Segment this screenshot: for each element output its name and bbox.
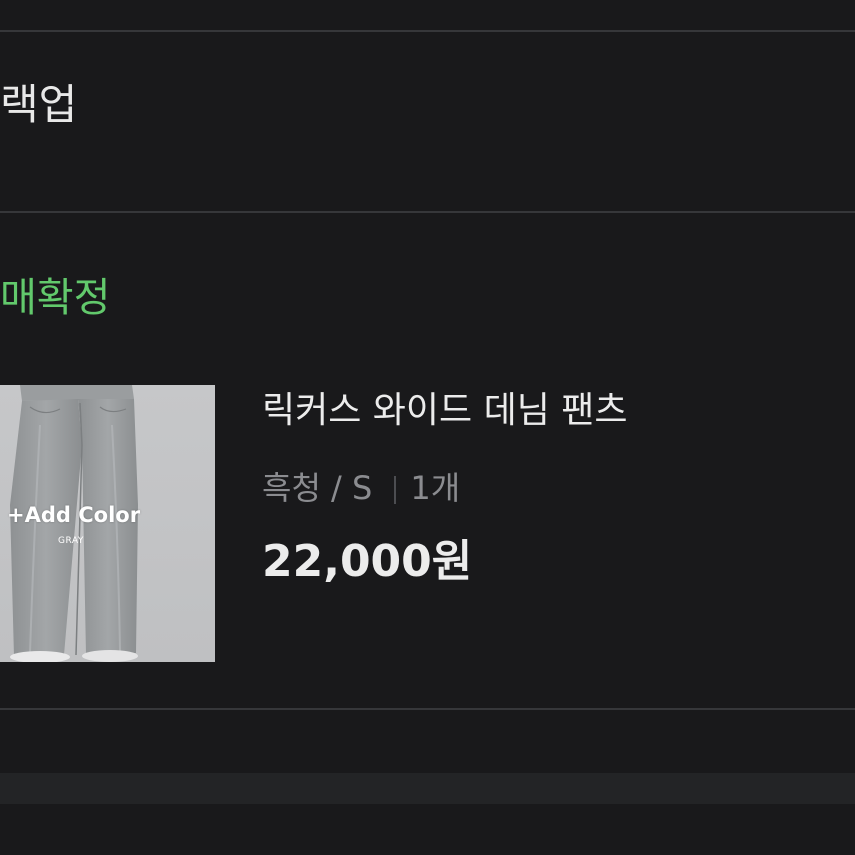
product-quantity: 1개 — [410, 469, 461, 507]
product-thumbnail[interactable]: +Add Color GRAY — [0, 385, 215, 662]
order-status-label: 매확정 — [0, 275, 111, 321]
store-name[interactable]: 랙업 — [0, 84, 77, 126]
order-detail-screen: 랙업 매확정 +Add Color GRAY 릭커스 와이드 데님 팬츠 흑청 … — [0, 0, 855, 855]
top-divider — [0, 30, 855, 32]
product-option: 흑청 / S — [262, 469, 373, 507]
bottom-divider — [0, 708, 855, 710]
section-divider — [0, 211, 855, 213]
product-option-row: 흑청 / S 1개 — [262, 472, 460, 504]
product-name[interactable]: 릭커스 와이드 데님 팬츠 — [262, 393, 628, 429]
bottom-section-band — [0, 773, 855, 804]
thumbnail-overlay-title: +Add Color — [7, 503, 141, 527]
option-separator — [394, 476, 397, 504]
product-price: 22,000원 — [262, 536, 473, 587]
thumbnail-overlay-subtitle: GRAY — [58, 536, 84, 546]
